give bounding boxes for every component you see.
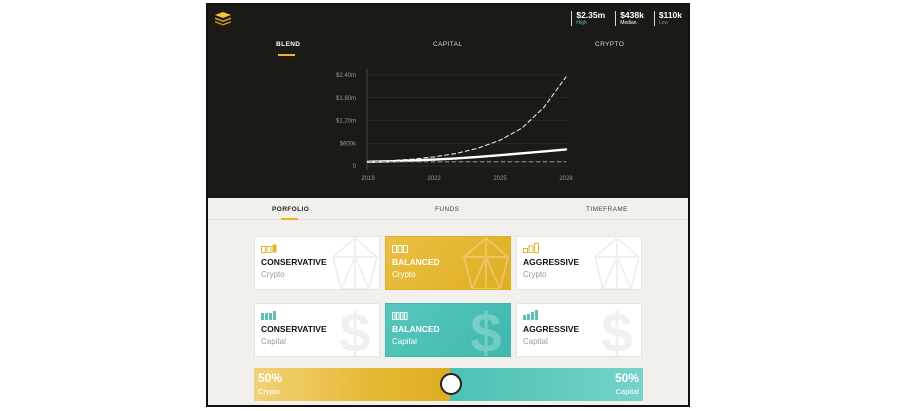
card-balanced-crypto[interactable]: BALANCED Crypto (385, 236, 511, 290)
tab-portfolio-underline (281, 218, 298, 220)
dollar-icon: $ (470, 303, 501, 357)
stack-logo-icon[interactable] (215, 12, 231, 26)
y-tick-label: 0 (353, 164, 357, 170)
x-tick-label: 2022 (427, 176, 441, 182)
y-tick-label: $600k (340, 141, 357, 147)
bars-high-icon (523, 310, 538, 320)
card-subtitle: Crypto (392, 270, 416, 279)
y-tick-label: $1.20m (336, 119, 356, 125)
x-tick-label: 2025 (493, 176, 507, 182)
stat-median-label: Median (620, 19, 637, 26)
crypto-allocation: 50% Crypto (254, 368, 450, 401)
projection-panel: $2.35m High $438k Median $110k Low BLEND… (208, 5, 688, 198)
tab-funds[interactable]: FUNDS (435, 206, 459, 213)
crypto-gem-icon (462, 237, 510, 289)
card-title: AGGRESSIVE (523, 257, 580, 267)
series-dashed-upper (367, 76, 567, 163)
dollar-icon: $ (339, 303, 370, 357)
slider-handle[interactable] (440, 373, 462, 395)
card-title: AGGRESSIVE (523, 324, 580, 334)
bars-high-icon (523, 243, 539, 253)
stat-median-value: $438k (620, 10, 644, 20)
stat-median: $438k Median (615, 10, 644, 27)
card-subtitle: Capital (261, 337, 286, 346)
chart-tabs: BLEND CAPITAL CRYPTO (208, 35, 688, 57)
crypto-gem-icon (331, 237, 379, 289)
crypto-percent: 50% (258, 371, 283, 385)
dollar-icon: $ (601, 303, 632, 357)
bars-low-icon (261, 244, 277, 253)
allocation-slider[interactable]: 50% Crypto 50% Capital (254, 368, 643, 401)
y-tick-label: $2.40m (336, 73, 356, 79)
tab-blend[interactable]: BLEND (276, 41, 300, 48)
stat-high-label: High (576, 19, 587, 26)
bars-low-icon (261, 311, 276, 320)
crypto-gem-icon (593, 237, 641, 289)
svg-text:$: $ (470, 303, 501, 357)
bars-mid-icon (392, 245, 408, 253)
projection-stats: $2.35m High $438k Median $110k Low (571, 10, 682, 27)
stat-low-label: Low (658, 19, 669, 26)
stat-high-value: $2.35m (576, 10, 606, 20)
app-frame: $2.35m High $438k Median $110k Low BLEND… (206, 3, 690, 407)
card-conservative-crypto[interactable]: CONSERVATIVE Crypto (254, 236, 380, 290)
x-tick-label: 2019 (361, 176, 375, 182)
card-conservative-capital[interactable]: CONSERVATIVE Capital $ (254, 303, 380, 357)
svg-text:$: $ (601, 303, 632, 357)
tab-portfolio[interactable]: PORFOLIO (272, 206, 309, 213)
tab-crypto[interactable]: CRYPTO (595, 41, 624, 48)
card-title: BALANCED (392, 257, 440, 267)
capital-percent: 50% (614, 371, 639, 385)
card-aggressive-capital[interactable]: AGGRESSIVE Capital $ (516, 303, 642, 357)
stat-low-value: $110k (658, 10, 682, 20)
stat-high: $2.35m High (571, 10, 606, 27)
card-title: CONSERVATIVE (261, 257, 327, 267)
svg-text:$: $ (339, 303, 370, 357)
card-subtitle: Crypto (261, 270, 285, 279)
capital-label: Capital (615, 387, 639, 396)
card-title: CONSERVATIVE (261, 324, 327, 334)
tab-capital[interactable]: CAPITAL (433, 41, 462, 48)
portfolio-panel: PORFOLIO FUNDS TIMEFRAME CONSERVATIVE Cr… (208, 198, 688, 405)
bars-mid-icon (392, 312, 408, 320)
y-tick-label: $1.80m (336, 96, 356, 102)
card-subtitle: Capital (392, 337, 417, 346)
stat-low: $110k Low (653, 10, 682, 27)
card-aggressive-crypto[interactable]: AGGRESSIVE Crypto (516, 236, 642, 290)
tab-blend-underline (278, 54, 295, 56)
tab-timeframe[interactable]: TIMEFRAME (586, 206, 628, 213)
projection-chart: 0 $600k $1.20m $1.80m $2.40m 2019 2022 2025 2028 (336, 69, 573, 182)
capital-allocation: 50% Capital (450, 368, 643, 401)
portfolio-tabs: PORFOLIO FUNDS TIMEFRAME (208, 198, 688, 220)
card-subtitle: Crypto (523, 270, 547, 279)
card-subtitle: Capital (523, 337, 548, 346)
card-balanced-capital[interactable]: BALANCED Capital $ (385, 303, 511, 357)
crypto-label: Crypto (258, 387, 281, 396)
x-tick-label: 2028 (559, 176, 573, 182)
card-title: BALANCED (392, 324, 440, 334)
